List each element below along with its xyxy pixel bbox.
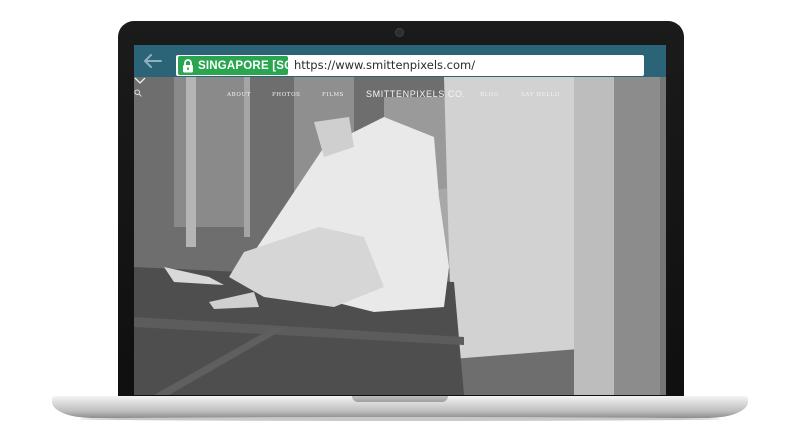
nav-blog[interactable]: BLOG — [480, 92, 499, 98]
nav-about[interactable]: ABOUT — [227, 92, 251, 98]
laptop-screen: SINGAPORE [SG] https://www.smittenpixels… — [134, 45, 666, 395]
lock-icon — [182, 58, 194, 74]
hero-image — [134, 77, 666, 395]
nav-photos[interactable]: PHOTOS — [272, 92, 301, 98]
location-badge-label: SINGAPORE [SG] — [198, 59, 298, 72]
laptop-opening-notch — [352, 396, 448, 402]
site-logo[interactable]: SMITTENPIXELS CO. — [366, 89, 466, 99]
webcam — [396, 29, 403, 36]
page-scrollbar[interactable] — [660, 77, 666, 395]
browser-toolbar: SINGAPORE [SG] https://www.smittenpixels… — [134, 45, 666, 77]
nav-say-hello[interactable]: SAY HELLO — [521, 92, 560, 98]
site-navigation: ABOUT PHOTOS FILMS SMITTENPIXELS CO. BLO… — [134, 89, 666, 105]
nav-films[interactable]: FILMS — [322, 92, 344, 98]
address-bar[interactable]: SINGAPORE [SG] https://www.smittenpixels… — [176, 55, 644, 76]
chevron-down-icon[interactable] — [134, 77, 146, 85]
search-icon[interactable] — [134, 89, 142, 97]
hero-photo: ABOUT PHOTOS FILMS SMITTENPIXELS CO. BLO… — [134, 77, 666, 395]
url-text[interactable]: https://www.smittenpixels.com/ — [294, 58, 475, 72]
location-badge: SINGAPORE [SG] — [178, 56, 297, 75]
laptop-shadow — [80, 417, 720, 421]
back-button[interactable] — [143, 51, 163, 71]
back-arrow-icon — [144, 54, 162, 68]
